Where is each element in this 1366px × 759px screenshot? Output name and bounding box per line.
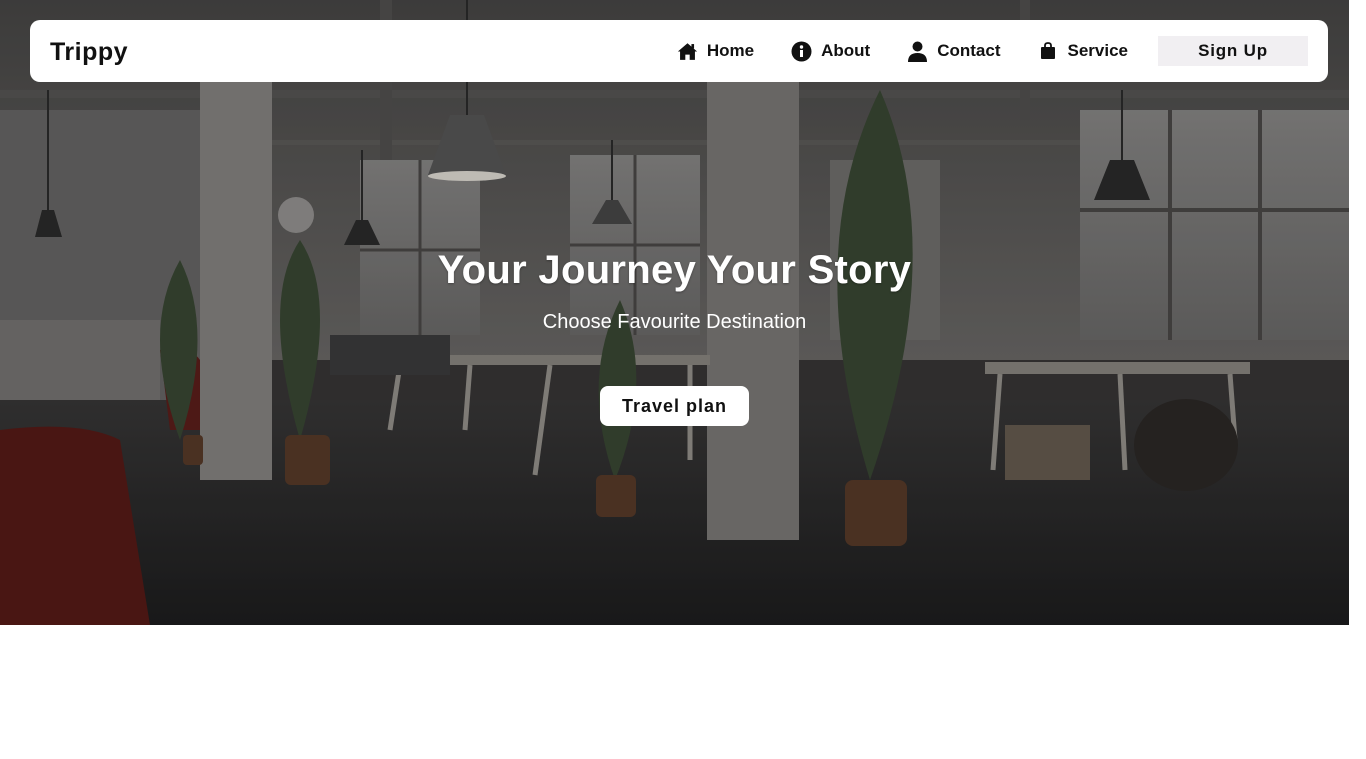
- info-icon: [791, 41, 812, 62]
- hero-title: Your Journey Your Story: [437, 248, 912, 292]
- brand-logo[interactable]: Trippy: [50, 37, 128, 67]
- nav-item-label: Contact: [937, 41, 1001, 60]
- shopping-bag-icon: [1038, 41, 1059, 62]
- hero-section: Your Journey Your Story Choose Favourite…: [0, 0, 1349, 625]
- nav-item-home[interactable]: Home: [677, 36, 754, 66]
- nav-item-service[interactable]: Service: [1038, 36, 1129, 66]
- sign-up-button[interactable]: Sign Up: [1158, 36, 1308, 66]
- scrollbar[interactable]: [1349, 0, 1366, 759]
- nav-item-about[interactable]: About: [791, 36, 870, 66]
- travel-plan-button[interactable]: Travel plan: [600, 386, 749, 426]
- navbar: Trippy Home About Contact Service Sign U…: [30, 20, 1328, 82]
- user-icon: [907, 41, 928, 62]
- nav-links: Home About Contact Service Sign Up: [677, 36, 1308, 66]
- nav-item-label: Service: [1067, 41, 1129, 60]
- nav-item-label: Home: [706, 41, 755, 60]
- hero-subtitle: Choose Favourite Destination: [542, 311, 807, 333]
- hero-content: Your Journey Your Story Choose Favourite…: [0, 246, 1349, 426]
- nav-item-contact[interactable]: Contact: [907, 36, 1001, 66]
- home-icon: [677, 41, 698, 62]
- nav-item-label: About: [821, 41, 871, 60]
- page: Your Journey Your Story Choose Favourite…: [0, 0, 1366, 759]
